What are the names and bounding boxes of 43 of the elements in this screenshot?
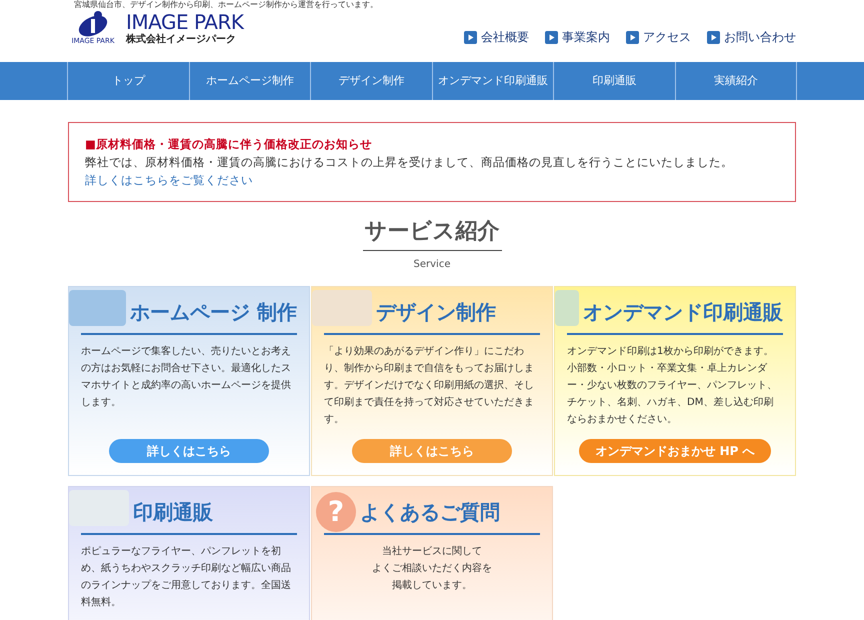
brand-name: IMAGE PARK [126,11,244,33]
question-mark-badge: ? [316,492,356,532]
nav-item[interactable]: 実績紹介 [676,62,797,100]
card-description: 当社サービスに関して [381,544,483,559]
header-link[interactable]: 事業案内 [545,28,610,46]
card-description: 「より効果のあがるデザイン作り」にこだわり、制作から印刷まで自信をもってお届けします。デザインだけでなく印刷用紙の選択、そして印刷まで責任を持って対応させていただきます。 [324,344,535,427]
card-title: 印刷通販 [133,499,213,526]
card-description: ポピュラーなフライヤー、パンフレットを初め、紙うちわやスクラッチ印刷など幅広い商品のラインナップをご用意しております。全国送料無料。 [81,544,292,610]
card-description: ホームページで集客したい、売りたいとお考えの方はお気軽にお問合せ下さい。最適化したスマホサイトと成約率の高いホームページを提供します。 [81,344,292,410]
illustration-placeholder [312,290,372,326]
notice-link[interactable]: 詳しくはこちらをご覧ください [85,171,779,189]
card-description: よくご相談いただく内容を [371,562,493,576]
nav-item[interactable]: トップ [68,62,190,100]
company-name: 株式会社イメージパーク [126,33,237,46]
logo-icon [76,9,110,37]
card-title: オンデマンド印刷通販 [583,299,783,326]
play-icon [464,30,477,44]
notice-text: 弊社では、原材料価格・運賃の高騰におけるコストの上昇を受けまして、商品価格の見直しを行うことにいたしました。 [85,154,734,171]
details-button[interactable]: 詳しくはこちら [109,439,269,463]
section-subtitle: Service [414,258,450,272]
illustration-placeholder [69,290,126,326]
play-icon [626,30,639,44]
card-title: ホームページ 制作 [130,299,297,326]
section-title: サービス紹介 [362,216,502,251]
header-link[interactable]: 会社概要 [464,28,529,46]
details-button[interactable]: オンデマンドおまかせ HP へ [579,439,771,463]
card-description: 掲載しています。 [391,578,473,593]
header-link[interactable]: アクセス [626,28,691,46]
header-link[interactable]: お問い合わせ [707,28,796,46]
nav-item[interactable]: デザイン制作 [311,62,432,100]
play-icon [707,30,720,44]
play-icon [545,30,558,44]
tagline: 宮城県仙台市、デザイン制作から印刷、ホームページ制作から運営を行っています。 [73,0,379,10]
nav-item[interactable]: オンデマンド印刷通販 [432,62,554,100]
illustration-placeholder [69,490,129,526]
nav-item[interactable]: ホームページ制作 [190,62,311,100]
card-title: よくあるご質問 [360,499,500,526]
notice-title: ■原材料価格・運賃の高騰に伴う価格改正のお知らせ [85,136,373,153]
card-description: オンデマンド印刷は1枚から印刷ができます。小部数・小ロット・卒業文集・卓上カレンダー・少ない枚数のフライヤー、パンフレット、チケット、名刺、ハガキ、DM、差し込む印刷ならおまかせください。 [567,344,778,427]
illustration-placeholder [555,290,579,326]
card-title: デザイン制作 [376,299,496,326]
details-button[interactable]: 詳しくはこちら [352,439,512,463]
nav-item[interactable]: 印刷通販 [554,62,676,100]
